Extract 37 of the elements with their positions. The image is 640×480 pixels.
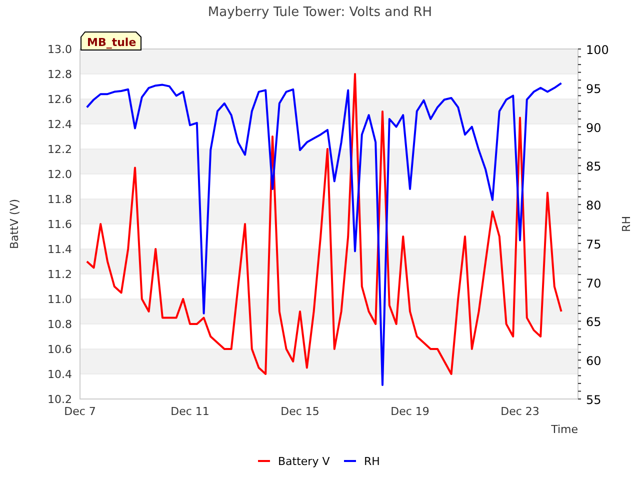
axis-tick-label: Dec 19: [390, 405, 430, 418]
axis-label: RH: [620, 216, 633, 232]
axis-tick-label: Dec 23: [500, 405, 540, 418]
axis-tick-label: 11.4: [48, 243, 72, 256]
axis-tick-label: 13.0: [48, 43, 72, 56]
axis-tick-label: 90: [586, 120, 602, 135]
axis-tick-label: 10.2: [48, 393, 72, 406]
axis-tick-label: 95: [586, 82, 602, 96]
axis-tick-label: 12.4: [48, 118, 72, 131]
axis-label: Time: [551, 423, 578, 436]
axis-tick-label: Dec 11: [170, 405, 210, 418]
legend-label: RH: [364, 455, 380, 468]
axis-tick-label: Dec 15: [280, 405, 320, 418]
axis-tick-label: 11.8: [48, 193, 72, 206]
axis-tick-label: 11.6: [48, 218, 72, 231]
axis-tick-label: 12.6: [48, 93, 72, 106]
axis-tick-label: Dec 7: [64, 405, 96, 418]
legend-label: Battery V: [278, 455, 330, 468]
axis-label: BattV (V): [8, 198, 21, 250]
axis-tick-label: 70: [586, 276, 602, 290]
axis-tick-label: 10.6: [48, 343, 72, 356]
axis-tick-label: 12.2: [48, 143, 72, 156]
axis-tick-label: 12.8: [48, 68, 72, 81]
axis-tick-label: 65: [586, 315, 602, 330]
axis-tick-label: 12.0: [48, 168, 72, 181]
axis-tick-label: 75: [586, 237, 602, 252]
station-tag: MB_tule: [80, 32, 142, 50]
axis-tick-label: 11.0: [48, 293, 72, 306]
axis-tick-label: 60: [586, 354, 602, 368]
axis-tick-label: 10.8: [48, 318, 72, 331]
axis-tick-label: 10.4: [48, 368, 72, 381]
axis-tick-label: 85: [586, 160, 602, 174]
axis-tick-label: 11.2: [48, 268, 72, 281]
axis-tick-label: 100: [586, 43, 609, 57]
axis-tick-label: 55: [586, 393, 602, 407]
axis-tick-label: 80: [586, 198, 602, 213]
chart-title: Mayberry Tule Tower: Volts and RH: [208, 5, 432, 20]
